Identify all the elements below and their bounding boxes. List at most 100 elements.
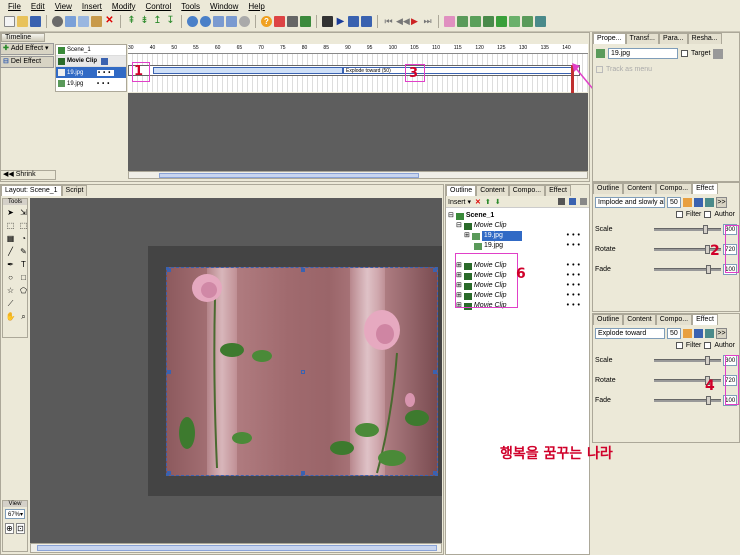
- line-icon[interactable]: ╱: [5, 246, 16, 257]
- next-frame-icon[interactable]: ▶: [409, 16, 420, 27]
- tab-outline[interactable]: Outline: [593, 314, 624, 325]
- first-frame-icon[interactable]: ⏮: [383, 16, 394, 27]
- tab-effect[interactable]: Effect: [692, 183, 718, 194]
- subselect-icon[interactable]: ⇲: [18, 207, 29, 218]
- stop-icon[interactable]: [322, 16, 333, 27]
- text-effect-icon[interactable]: [457, 16, 468, 27]
- effect-bar-2[interactable]: Explode toward (50): [343, 67, 573, 74]
- fit-icon[interactable]: ⊡: [16, 523, 25, 534]
- effect-icon[interactable]: [444, 16, 455, 27]
- timeline-ruler[interactable]: 30 40 50 55 60 65 70 75 80 85 90 95 100 105 110 115 120 1…: [128, 44, 588, 54]
- effect-browse-icon[interactable]: [683, 329, 692, 338]
- movie-effect-icon[interactable]: [483, 16, 494, 27]
- effect-bar-1[interactable]: [153, 67, 343, 74]
- zoom-icon[interactable]: ⌕: [18, 311, 29, 322]
- filter-checkbox[interactable]: [675, 211, 683, 218]
- gear-icon[interactable]: [713, 48, 724, 59]
- layer-visibility-dots[interactable]: •••: [97, 69, 115, 76]
- param-slider[interactable]: [654, 396, 722, 405]
- cut-icon[interactable]: [65, 16, 76, 27]
- tree-node-scene[interactable]: ⊟ Scene_1: [448, 211, 587, 221]
- menu-modify[interactable]: Modify: [112, 2, 136, 11]
- selection-handle[interactable]: [433, 370, 437, 374]
- selection-handle[interactable]: [167, 370, 171, 374]
- zoom-select[interactable]: 67%▾: [5, 509, 25, 519]
- select-arrow-icon[interactable]: ➤: [5, 207, 16, 218]
- layer-row-movie-clip[interactable]: Movie Clip: [56, 56, 126, 67]
- tab-outline[interactable]: Outline: [593, 183, 624, 194]
- zoom-out-icon[interactable]: [226, 16, 237, 27]
- tab-components[interactable]: Compo...: [508, 185, 546, 196]
- layer-visibility-dots[interactable]: •••: [97, 81, 112, 87]
- group-icon[interactable]: [522, 16, 533, 27]
- arrow-up-icon[interactable]: ⇞: [126, 16, 137, 27]
- tab-components[interactable]: Compo...: [655, 183, 693, 194]
- param-slider-thumb[interactable]: [704, 356, 710, 365]
- expand-icon[interactable]: ⊟: [456, 221, 462, 231]
- play-scene-icon[interactable]: [348, 16, 359, 27]
- star-icon[interactable]: ☆: [5, 285, 16, 296]
- layer-row-scene[interactable]: Scene_1: [56, 45, 126, 56]
- author-checkbox[interactable]: [704, 211, 712, 218]
- tree-dots[interactable]: •••: [567, 281, 583, 291]
- tree-dots[interactable]: •••: [567, 231, 583, 241]
- reshape-icon[interactable]: ⬚: [18, 220, 29, 231]
- button-effect-icon[interactable]: [496, 16, 507, 27]
- prev-frame-icon[interactable]: ◀◀: [396, 16, 410, 27]
- param-slider-thumb[interactable]: [706, 396, 712, 405]
- apply-icon[interactable]: [705, 329, 714, 338]
- publish-icon[interactable]: [300, 16, 311, 27]
- tab-outline[interactable]: Outline: [446, 185, 477, 196]
- polygon-icon[interactable]: ⬠: [18, 285, 29, 296]
- tree-node-image[interactable]: 19.jpg •••: [448, 241, 587, 251]
- selected-image-rose[interactable]: [166, 267, 438, 476]
- tab-content[interactable]: Content: [623, 314, 656, 325]
- param-slider-thumb[interactable]: [706, 265, 712, 274]
- tab-script[interactable]: Script: [61, 185, 88, 196]
- preview-icon[interactable]: [52, 16, 63, 27]
- tab-layout-scene[interactable]: Layout: Scene_1: [1, 185, 62, 196]
- insert-dropdown[interactable]: Insert ▾: [448, 198, 471, 206]
- zoom-in-icon[interactable]: ⊕: [5, 523, 14, 534]
- menu-insert[interactable]: Insert: [82, 2, 102, 11]
- ungroup-icon[interactable]: [535, 16, 546, 27]
- effect-name-field[interactable]: Implode and slowly align: [595, 197, 665, 208]
- tab-effect[interactable]: Effect: [545, 185, 571, 196]
- name-field[interactable]: 19.jpg: [608, 48, 678, 59]
- more-button[interactable]: >>: [716, 328, 727, 339]
- undo-icon[interactable]: [187, 16, 198, 27]
- menu-edit[interactable]: Edit: [31, 2, 45, 11]
- tab-components[interactable]: Compo...: [655, 314, 693, 325]
- menu-help[interactable]: Help: [248, 2, 264, 11]
- save-icon[interactable]: [694, 198, 703, 207]
- center-handle[interactable]: [301, 370, 305, 374]
- selection-handle[interactable]: [167, 268, 171, 272]
- move-up-icon[interactable]: ⬆: [485, 198, 491, 206]
- tree-node-movie-clip[interactable]: ⊟ Movie Clip: [448, 221, 587, 231]
- eye-icon[interactable]: [558, 198, 565, 205]
- save-icon[interactable]: [30, 16, 41, 27]
- tab-content[interactable]: Content: [623, 183, 656, 194]
- move-down-icon[interactable]: ⬇: [495, 198, 501, 206]
- bring-front-icon[interactable]: ↥: [152, 16, 163, 27]
- selection-handle[interactable]: [301, 471, 305, 475]
- add-effect-button[interactable]: ✚ Add Effect ▾: [0, 43, 54, 55]
- save-icon[interactable]: [694, 329, 703, 338]
- delete-icon[interactable]: ✕: [104, 16, 115, 27]
- ellipse-icon[interactable]: ○: [5, 272, 16, 283]
- pen-icon[interactable]: ✒: [5, 259, 16, 270]
- tab-properties[interactable]: Prope...: [593, 33, 626, 44]
- menu-control[interactable]: Control: [145, 2, 171, 11]
- help-icon[interactable]: ?: [261, 16, 272, 27]
- delete-icon[interactable]: ✕: [475, 198, 481, 206]
- effect-browse-icon[interactable]: [683, 198, 692, 207]
- gradient-icon[interactable]: ◔: [18, 233, 29, 244]
- open-folder-icon[interactable]: [17, 16, 28, 27]
- selection-handle[interactable]: [433, 471, 437, 475]
- expand-icon[interactable]: ⊟: [448, 211, 454, 221]
- speed-field[interactable]: 50: [667, 328, 681, 339]
- redo-icon[interactable]: [200, 16, 211, 27]
- param-slider[interactable]: [654, 225, 722, 234]
- param-slider[interactable]: [654, 265, 722, 274]
- menu-view[interactable]: View: [55, 2, 72, 11]
